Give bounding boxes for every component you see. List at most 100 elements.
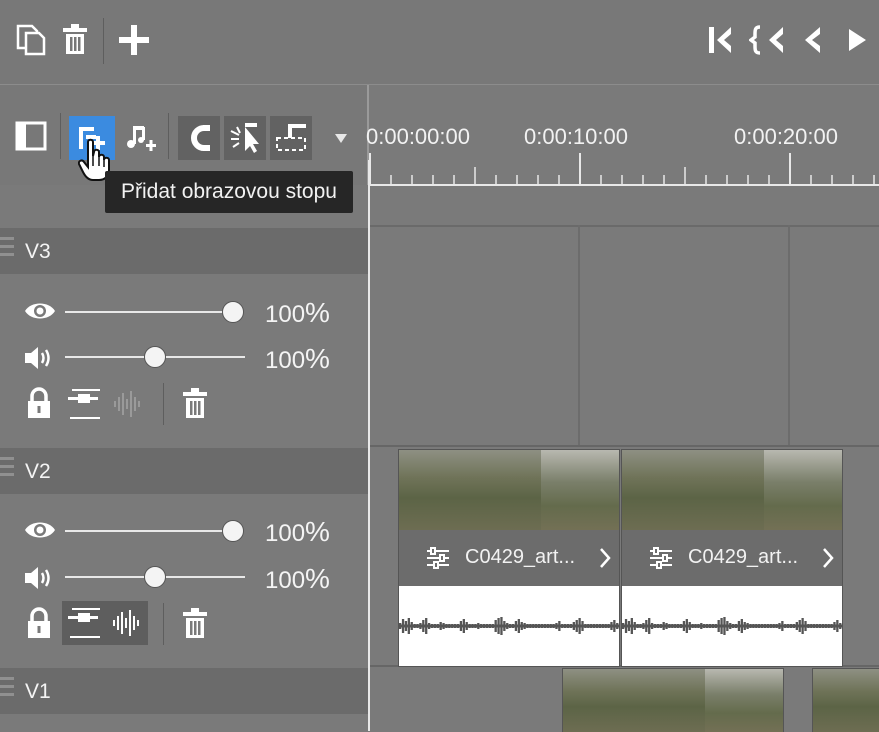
trash-icon[interactable] [58,22,92,58]
audio-waveform-icon[interactable] [106,601,148,645]
clip-thumbnail [705,669,783,732]
waveform-bar [488,624,492,628]
drag-handle-icon[interactable] [0,677,14,705]
waveform-bar [587,624,590,628]
waveform-bar [532,624,535,628]
timeline-ruler[interactable] [369,85,879,225]
waveform-bar [766,624,770,628]
audio-waveform-icon[interactable] [110,385,146,423]
settings-sliders-icon[interactable] [648,546,674,570]
waveform-bar [529,624,532,628]
video-clip[interactable]: C0429_art... [398,449,620,667]
waveform-bar [401,619,405,633]
lock-icon[interactable] [24,605,54,641]
waveform-bar [740,619,743,633]
track-header-v3[interactable]: V3 [0,228,368,274]
waveform-bar [645,620,648,632]
video-clip[interactable] [812,668,879,732]
magnet-icon[interactable] [178,116,220,160]
volume-slider-knob[interactable] [144,566,166,588]
waveform-bar [595,624,599,628]
waveform-bar [691,624,694,628]
waveform-bar [555,623,558,629]
waveform-bar [682,621,686,631]
waveform-bar [416,624,419,628]
track-header-v2[interactable]: V2 [0,448,368,494]
opacity-slider-knob[interactable] [222,520,244,542]
waveform-bar [801,618,804,634]
ruler-ticks [369,153,879,186]
volume-slider-knob[interactable] [144,346,166,368]
lock-icon[interactable] [24,385,54,421]
video-visibility-icon[interactable] [62,601,106,645]
waveform-bar [789,624,793,628]
waveform-bar [839,623,842,629]
waveform-bar [503,621,506,631]
waveform-bar [604,624,607,628]
drag-handle-icon[interactable] [0,457,14,485]
waveform-bar [564,624,567,628]
dropdown-arrow-icon[interactable] [330,127,352,149]
prev-frame-icon[interactable] [796,22,828,58]
video-visibility-icon[interactable] [64,385,104,423]
ripple-icon[interactable] [270,116,312,160]
track-header-v1[interactable]: V1 [0,668,368,714]
waveform-bar [517,619,520,633]
waveform-bar [430,624,434,628]
select-cursor-icon[interactable] [224,116,266,160]
waveform-bar [720,618,723,634]
waveform-bar [598,624,602,628]
opacity-slider[interactable] [65,530,233,532]
waveform-bar [758,624,761,628]
prev-marker-icon[interactable] [748,22,786,58]
trash-icon[interactable] [178,385,212,423]
waveform-bar [491,624,494,628]
waveform-bar [659,624,662,628]
skip-to-start-icon[interactable] [702,22,738,58]
eye-icon[interactable] [22,516,58,544]
drag-handle-icon[interactable] [0,237,14,265]
waveform-bar [685,619,688,633]
chevron-right-icon[interactable] [597,546,613,570]
waveform-bar [772,624,775,628]
speaker-icon[interactable] [22,343,54,373]
plus-icon[interactable] [115,22,153,58]
waveform-bar [781,621,784,631]
video-clip[interactable] [562,668,784,732]
chevron-right-icon[interactable] [820,546,836,570]
eye-icon[interactable] [22,297,58,325]
waveform-bar [569,624,573,628]
waveform-bar [442,623,445,629]
trash-icon[interactable] [178,605,212,643]
waveform-bar [737,621,741,631]
waveform-bar [497,618,500,634]
speaker-icon[interactable] [22,563,54,593]
waveform-bar [404,621,408,631]
play-icon[interactable] [842,22,872,58]
waveform-bar [760,624,764,628]
waveform-bar [650,623,654,629]
add-audio-track-icon[interactable] [120,116,160,160]
waveform-bar [465,622,468,630]
waveform-bar [485,624,489,628]
opacity-slider-knob[interactable] [222,301,244,323]
settings-sliders-icon[interactable] [425,546,451,570]
waveform-bar [566,624,570,628]
clip-label-bar: C0429_art... [399,530,619,586]
waveform-bar [514,621,518,631]
panel-toggle-icon[interactable] [14,119,48,153]
waveform-bar [436,624,439,628]
opacity-slider[interactable] [65,311,233,313]
copy-icon[interactable] [12,22,50,58]
waveform-bar [456,624,460,628]
waveform-bar [520,622,523,630]
waveform-bar [656,624,660,628]
waveform-bar [642,623,645,629]
waveform-bar [601,624,604,628]
waveform-bar [700,623,703,629]
clip-label-bar: C0429_art... [622,530,842,586]
waveform-bar [813,624,816,628]
playhead[interactable] [368,160,370,731]
video-clip[interactable]: C0429_art... [621,449,843,667]
track-name: V1 [25,680,51,703]
